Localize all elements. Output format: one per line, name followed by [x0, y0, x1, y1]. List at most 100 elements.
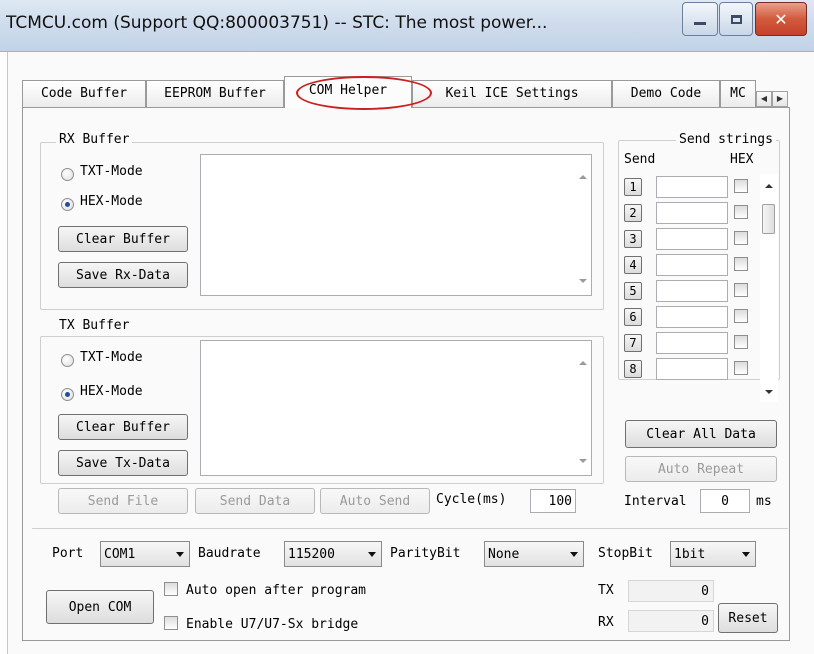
send-string-input-4[interactable] [656, 254, 728, 276]
stopbit-select[interactable]: 1bit [670, 541, 756, 567]
send-strings-label: Send strings [676, 132, 776, 147]
tab-keil-ice-settings[interactable]: Keil ICE Settings [412, 80, 612, 107]
tab-label: COM Helper [308, 83, 388, 98]
scroll-down-icon[interactable] [579, 279, 587, 283]
tab-eeprom-buffer[interactable]: EEPROM Buffer [146, 80, 284, 107]
close-icon: ✕ [774, 9, 788, 29]
send-string-button-8[interactable]: 8 [624, 360, 642, 378]
tab-label: Demo Code [630, 86, 702, 101]
auto-open-label: Auto open after program [186, 583, 367, 598]
port-select[interactable]: COM1 [100, 541, 190, 567]
close-button[interactable]: ✕ [755, 2, 807, 36]
tx-count: 0 [628, 580, 714, 602]
interval-input[interactable]: 0 [700, 489, 750, 513]
send-string-button-7[interactable]: 7 [624, 334, 642, 352]
bridge-checkbox[interactable] [164, 616, 178, 630]
save-tx-data-button[interactable]: Save Tx-Data [58, 450, 188, 476]
scroll-thumb[interactable] [762, 204, 775, 234]
minimize-button[interactable] [682, 2, 718, 36]
paritybit-select[interactable]: None [484, 541, 584, 567]
send-string-button-2[interactable]: 2 [624, 204, 642, 222]
maximize-icon [730, 14, 742, 24]
left-edge [0, 52, 8, 654]
cycle-input[interactable]: 100 [530, 489, 576, 513]
paritybit-label: ParityBit [390, 546, 461, 561]
clear-all-data-button[interactable]: Clear All Data [625, 420, 777, 448]
stopbit-label: StopBit [598, 546, 653, 561]
rx-buffer-label: RX Buffer [56, 132, 133, 147]
send-data-button[interactable]: Send Data [195, 488, 315, 514]
send-string-hex-checkbox-7[interactable] [734, 335, 748, 349]
send-string-input-6[interactable] [656, 306, 728, 328]
auto-repeat-button[interactable]: Auto Repeat [625, 456, 777, 482]
stopbit-value: 1bit [674, 546, 706, 562]
rx-count: 0 [628, 610, 714, 632]
tx-hex-mode-radio[interactable] [61, 388, 74, 401]
send-string-hex-checkbox-1[interactable] [734, 179, 748, 193]
tx-txt-mode-label: TXT-Mode [80, 350, 143, 365]
send-column-header: Send [624, 152, 656, 167]
scroll-up-icon[interactable] [579, 361, 587, 365]
send-string-button-3[interactable]: 3 [624, 230, 642, 248]
chevron-down-icon [368, 552, 376, 557]
window-titlebar: TCMCU.com (Support QQ:800003751) -- STC:… [0, 0, 814, 52]
send-string-hex-checkbox-5[interactable] [734, 283, 748, 297]
tx-txt-mode-radio[interactable] [61, 354, 74, 367]
send-string-button-6[interactable]: 6 [624, 308, 642, 326]
save-rx-data-button[interactable]: Save Rx-Data [58, 262, 188, 288]
tab-scroll-right-icon[interactable]: ▶ [772, 91, 788, 107]
open-com-button[interactable]: Open COM [46, 590, 154, 624]
send-string-hex-checkbox-4[interactable] [734, 257, 748, 271]
tab-label: Keil ICE Settings [445, 86, 579, 101]
send-string-hex-checkbox-8[interactable] [734, 361, 748, 375]
hex-column-header: HEX [730, 152, 754, 167]
send-string-input-7[interactable] [656, 332, 728, 354]
reset-button[interactable]: Reset [718, 603, 778, 633]
baudrate-label: Baudrate [198, 546, 261, 561]
tab-code-buffer[interactable]: Code Buffer [22, 80, 146, 107]
auto-open-checkbox[interactable] [164, 582, 178, 596]
tab-scroll-left-icon[interactable]: ◀ [756, 91, 772, 107]
scroll-down-icon[interactable] [765, 390, 773, 394]
tab-demo-code[interactable]: Demo Code [612, 80, 720, 107]
send-string-input-3[interactable] [656, 228, 728, 250]
chevron-down-icon [742, 552, 750, 557]
cycle-label: Cycle(ms) [436, 492, 507, 507]
send-string-hex-checkbox-2[interactable] [734, 205, 748, 219]
auto-send-button[interactable]: Auto Send [320, 488, 430, 514]
rx-hex-mode-radio[interactable] [61, 198, 74, 211]
tab-label: MC [730, 86, 746, 101]
scroll-up-icon[interactable] [579, 175, 587, 179]
interval-label: Interval [624, 494, 687, 509]
rx-clear-buffer-button[interactable]: Clear Buffer [58, 226, 188, 252]
rx-txt-mode-label: TXT-Mode [80, 164, 143, 179]
send-string-button-5[interactable]: 5 [624, 282, 642, 300]
chevron-down-icon [570, 552, 578, 557]
send-string-input-5[interactable] [656, 280, 728, 302]
send-string-input-1[interactable] [656, 176, 728, 198]
rx-txt-mode-radio[interactable] [61, 168, 74, 181]
interval-unit: ms [756, 494, 772, 509]
baudrate-select[interactable]: 115200 [284, 541, 382, 567]
send-strings-scrollbar[interactable] [760, 174, 778, 402]
scroll-up-icon[interactable] [765, 184, 773, 188]
tx-buffer-textarea[interactable] [200, 340, 592, 476]
rx-scrollbar[interactable] [574, 155, 591, 295]
tab-mcu[interactable]: MC [720, 80, 756, 107]
minimize-icon [694, 21, 706, 25]
send-string-hex-checkbox-3[interactable] [734, 231, 748, 245]
tx-clear-buffer-button[interactable]: Clear Buffer [58, 414, 188, 440]
tx-scrollbar[interactable] [574, 341, 591, 475]
tab-com-helper[interactable]: COM Helper [284, 76, 412, 108]
send-string-button-4[interactable]: 4 [624, 256, 642, 274]
send-string-input-2[interactable] [656, 202, 728, 224]
send-string-hex-checkbox-6[interactable] [734, 309, 748, 323]
send-string-input-8[interactable] [656, 358, 728, 380]
maximize-button[interactable] [719, 2, 753, 36]
scroll-down-icon[interactable] [579, 459, 587, 463]
rx-buffer-textarea[interactable] [200, 154, 592, 296]
bridge-label: Enable U7/U7-Sx bridge [186, 617, 359, 632]
send-string-button-1[interactable]: 1 [624, 178, 642, 196]
tx-buffer-label: TX Buffer [56, 318, 133, 333]
send-file-button[interactable]: Send File [58, 488, 188, 514]
